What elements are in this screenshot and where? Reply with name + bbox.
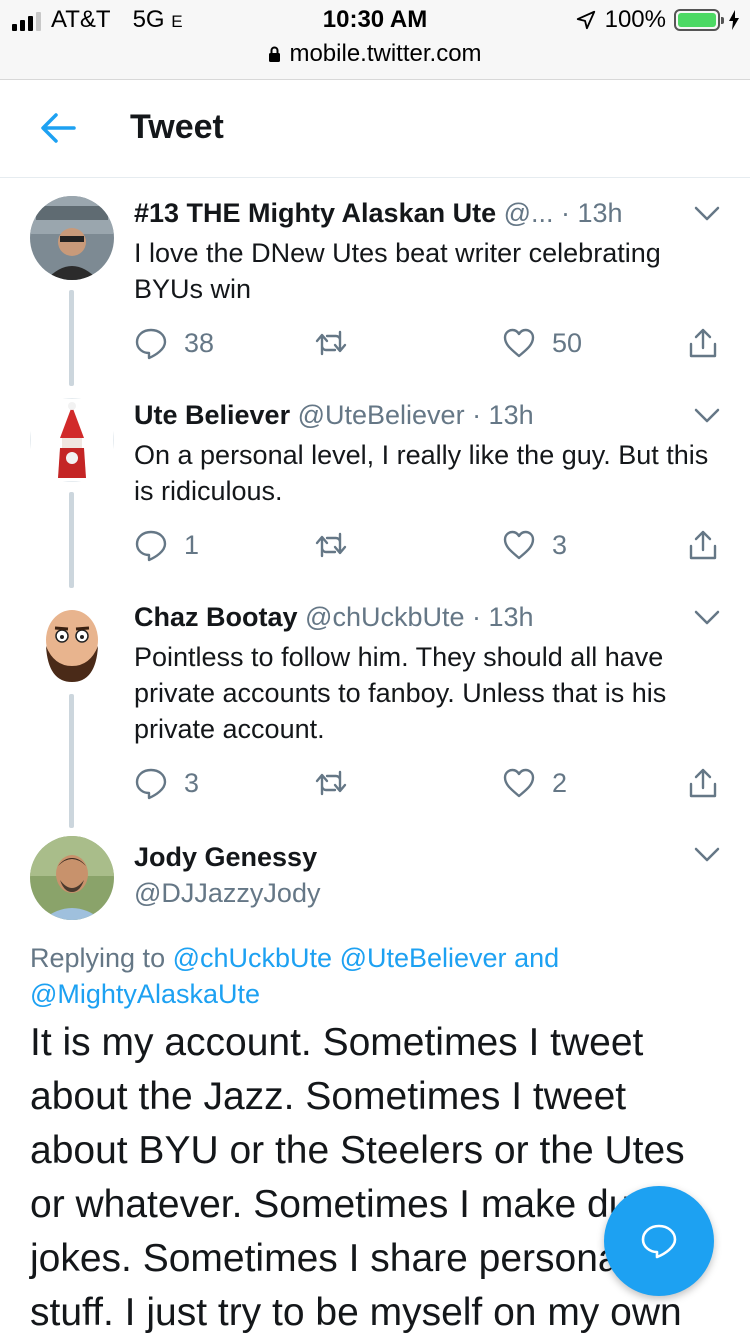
main-tweet-text: It is my account. Sometimes I tweet abou… [30, 1021, 685, 1334]
like-button[interactable]: 50 [502, 326, 582, 360]
lock-icon [269, 46, 281, 62]
mention-link[interactable]: @UteBeliever [340, 943, 507, 973]
replying-prefix: Replying to [30, 943, 173, 973]
retweet-button[interactable] [314, 528, 364, 562]
share-icon [689, 768, 717, 798]
charging-icon [729, 10, 739, 30]
location-arrow-icon [576, 10, 595, 30]
tweet-text: Pointless to follow him. They should all… [134, 642, 667, 744]
handle-time: @chUckbUte · 13h [297, 602, 534, 632]
share-button[interactable] [686, 326, 720, 360]
avatar[interactable] [30, 196, 114, 280]
battery-percent: 100% [604, 6, 666, 33]
status-right: 100% [575, 6, 740, 34]
address-bar[interactable]: mobile.twitter.com [0, 40, 750, 68]
tweet-actions: 3 2 [134, 766, 724, 806]
chevron-down-icon[interactable] [694, 408, 720, 424]
tweet-text: I love the DNew Utes beat writer celebra… [134, 238, 661, 304]
thread-line [69, 492, 74, 588]
like-icon [503, 768, 535, 798]
tweet-2[interactable]: Ute Believer @UteBeliever · 13h On a per… [0, 392, 750, 592]
reply-count: 1 [184, 529, 200, 560]
chevron-down-icon[interactable] [694, 206, 720, 222]
battery-icon [674, 9, 724, 31]
display-name[interactable]: #13 THE Mighty Alaskan Ute [134, 198, 496, 228]
display-name[interactable]: Ute Believer [134, 400, 290, 430]
tweet-header: Chaz Bootay @chUckbUte · 13h [134, 600, 690, 634]
handle-time: @UteBeliever · 13h [290, 400, 534, 430]
thread-line [69, 290, 74, 386]
mention-and: and [514, 943, 560, 973]
share-button[interactable] [686, 528, 720, 562]
avatar[interactable] [30, 398, 114, 482]
handle[interactable]: @DJJazzyJody [134, 878, 320, 909]
compose-reply-button[interactable] [604, 1186, 714, 1296]
compose-reply-icon [641, 1224, 677, 1259]
display-name[interactable]: Chaz Bootay [134, 602, 298, 632]
like-count: 3 [552, 529, 568, 560]
tweet-actions: 1 3 [134, 528, 724, 568]
reply-icon [135, 328, 167, 360]
tweet-text: On a personal level, I really like the g… [134, 440, 709, 506]
retweet-button[interactable] [314, 326, 364, 360]
avatar[interactable] [30, 600, 114, 684]
reply-count: 3 [184, 767, 200, 798]
retweet-icon [315, 770, 347, 796]
page: AT&T 5G E 10:30 AM 100% mobile.twitter.c… [0, 0, 750, 1334]
reply-icon [135, 530, 167, 562]
thread-line [69, 694, 74, 828]
replying-to: Replying to @chUckbUte @UteBeliever and @… [30, 940, 720, 1012]
like-button[interactable]: 2 [502, 766, 567, 800]
share-icon [689, 328, 717, 358]
like-icon [503, 328, 535, 358]
reply-button[interactable]: 38 [134, 326, 214, 360]
page-title: Tweet [130, 108, 224, 146]
tweet-header: #13 THE Mighty Alaskan Ute @... · 13h [134, 196, 690, 230]
retweet-icon [315, 532, 347, 558]
status-bar: AT&T 5G E 10:30 AM 100% mobile.twitter.c… [0, 0, 750, 80]
tweet-header: Ute Believer @UteBeliever · 13h [134, 398, 690, 432]
handle-time: @... · 13h [496, 198, 623, 228]
page-header: Tweet [0, 80, 750, 178]
mention-link[interactable]: @chUckbUte [173, 943, 332, 973]
back-arrow-icon[interactable] [38, 110, 78, 146]
chevron-down-icon[interactable] [694, 847, 720, 863]
avatar[interactable] [30, 836, 114, 920]
like-count: 50 [552, 327, 583, 358]
tweet-3[interactable]: Chaz Bootay @chUckbUte · 13h Pointless t… [0, 594, 750, 834]
chevron-down-icon[interactable] [694, 610, 720, 626]
display-name[interactable]: Jody Genessy [134, 842, 317, 873]
share-icon [689, 530, 717, 560]
like-button[interactable]: 3 [502, 528, 567, 562]
reply-icon [135, 768, 167, 800]
mention-link[interactable]: @MightyAlaskaUte [30, 979, 260, 1009]
retweet-icon [315, 330, 347, 356]
reply-button[interactable]: 3 [134, 766, 199, 800]
like-count: 2 [552, 767, 568, 798]
reply-button[interactable]: 1 [134, 528, 199, 562]
url-text: mobile.twitter.com [289, 40, 482, 67]
like-icon [503, 530, 535, 560]
share-button[interactable] [686, 766, 720, 800]
tweet-actions: 38 50 [134, 326, 724, 366]
retweet-button[interactable] [314, 766, 364, 800]
reply-count: 38 [184, 327, 215, 358]
tweet-1[interactable]: #13 THE Mighty Alaskan Ute @... · 13h I … [0, 190, 750, 390]
